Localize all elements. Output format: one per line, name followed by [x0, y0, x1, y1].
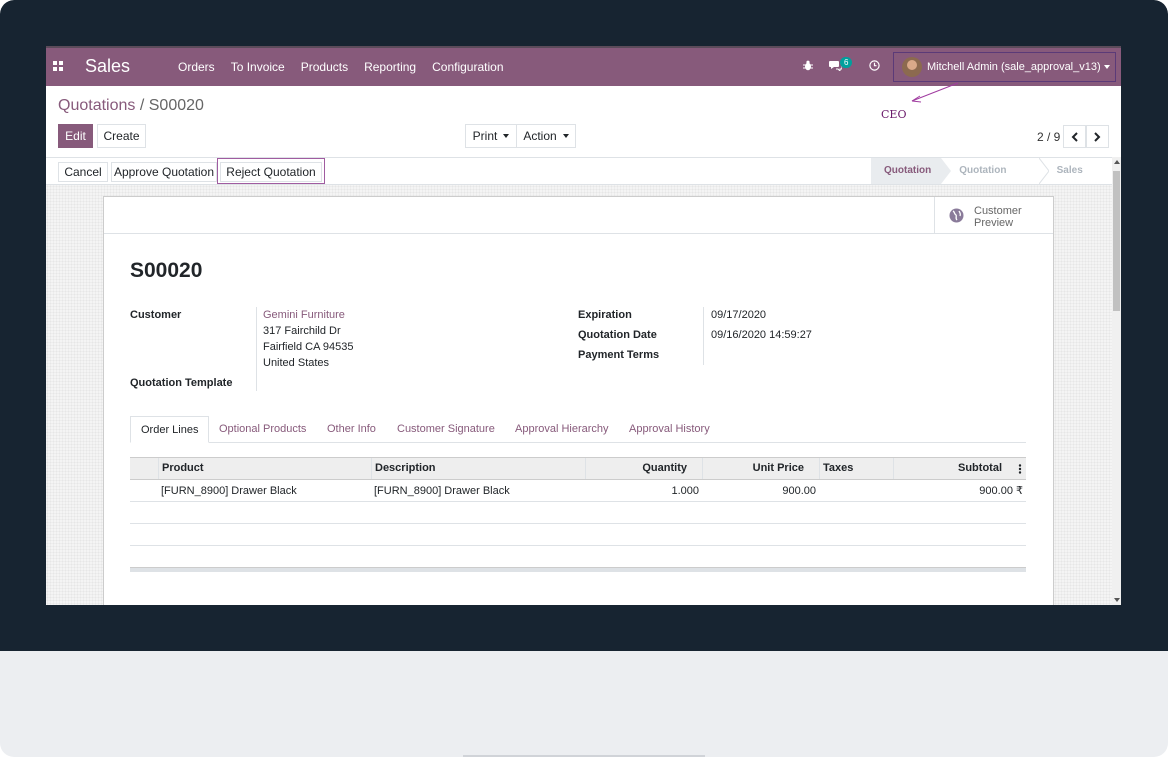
edit-button[interactable]: Edit — [58, 124, 93, 148]
col-quantity[interactable]: Quantity — [585, 458, 702, 479]
pager-value[interactable]: 2 / 9 — [1037, 130, 1060, 144]
annotation-arrow — [911, 82, 959, 103]
stage-quotation[interactable]: Quotation — [871, 158, 952, 184]
chevron-left-icon — [1071, 132, 1078, 142]
stage-bar: Quotation Quotation Sent Sales Order — [871, 158, 1121, 202]
column-options-icon[interactable] — [1018, 464, 1022, 474]
tab-order-lines[interactable]: Order Lines — [130, 416, 210, 443]
expiration-label: Expiration — [578, 309, 632, 321]
menu-reporting[interactable]: Reporting — [364, 60, 416, 74]
customer-label: Customer — [130, 309, 182, 321]
col-taxes[interactable]: Taxes — [819, 458, 893, 479]
notebook-tabs: Order Lines Optional Products Other Info… — [130, 416, 1026, 443]
menu-to-invoice[interactable]: To Invoice — [231, 60, 285, 74]
customer-address-line3: United States — [263, 357, 330, 369]
annotation-ceo: CEO — [881, 108, 907, 121]
breadcrumb: Quotations / S00020 — [58, 97, 204, 115]
scrollbar[interactable] — [1112, 157, 1121, 605]
table-footer — [130, 567, 1026, 572]
messages-badge: 6 — [840, 57, 853, 68]
col-product[interactable]: Product — [158, 458, 371, 479]
preview-label-line2: Preview — [974, 217, 1014, 229]
cell-description: [FURN_8900] Drawer Black — [374, 485, 510, 497]
tab-customer-signature[interactable]: Customer Signature — [397, 416, 495, 443]
table-row-empty — [130, 502, 1026, 524]
scroll-down-icon[interactable] — [1114, 598, 1120, 602]
payment-terms-label: Payment Terms — [578, 349, 660, 361]
breadcrumb-quotations[interactable]: Quotations — [58, 97, 135, 114]
table-header: Product Description Quantity Unit Price … — [130, 457, 1026, 480]
table-row-empty — [130, 524, 1026, 546]
print-label: Print — [472, 129, 498, 143]
chevron-down-icon — [503, 134, 510, 138]
menu-orders[interactable]: Orders — [178, 60, 215, 74]
scroll-thumb[interactable] — [1113, 171, 1120, 311]
col-unit-price[interactable]: Unit Price — [702, 458, 819, 479]
col-subtotal[interactable]: Subtotal — [893, 458, 1026, 479]
table-row[interactable]: [FURN_8900] Drawer Black [FURN_8900] Dra… — [130, 480, 1026, 502]
preview-label-line1: Customer — [974, 205, 1022, 217]
reject-highlight-outline — [217, 158, 325, 184]
col-description[interactable]: Description — [371, 458, 585, 479]
app-name[interactable]: Sales — [85, 56, 130, 77]
customer-address-line2: Fairfield CA 94535 — [263, 341, 354, 353]
menu-configuration[interactable]: Configuration — [432, 60, 503, 74]
document-title: S00020 — [130, 259, 203, 282]
main-menu: Orders To Invoice Products Reporting Con… — [178, 60, 520, 74]
tab-optional-products[interactable]: Optional Products — [219, 416, 306, 443]
cell-product: [FURN_8900] Drawer Black — [161, 485, 297, 497]
pager-next-button[interactable] — [1086, 125, 1109, 148]
button-box: Customer Preview — [104, 197, 1053, 234]
chevron-down-icon — [562, 134, 569, 138]
cell-quantity: 1.000 — [671, 485, 699, 497]
stage-sales-order[interactable]: Sales Order — [1039, 158, 1121, 202]
tab-approval-history[interactable]: Approval History — [629, 416, 710, 443]
cancel-button[interactable]: Cancel — [58, 162, 108, 182]
top-navbar: Sales Orders To Invoice Products Reporti… — [46, 46, 1121, 86]
cell-subtotal: 900.00 ₹ — [979, 485, 1023, 497]
device-frame: Sales Orders To Invoice Products Reporti… — [0, 0, 1168, 757]
bug-icon[interactable] — [803, 60, 813, 71]
customer-link[interactable]: Gemini Furniture — [263, 309, 345, 321]
stage-quotation-sent[interactable]: Quotation Sent — [941, 158, 1049, 202]
print-dropdown[interactable]: Print — [465, 124, 517, 148]
clock-icon[interactable] — [869, 60, 880, 71]
tab-approval-hierarchy[interactable]: Approval Hierarchy — [515, 416, 609, 443]
breadcrumb-current: S00020 — [148, 97, 204, 114]
pager-previous-button[interactable] — [1063, 125, 1086, 148]
apps-grid-icon[interactable] — [53, 61, 64, 72]
menu-products[interactable]: Products — [301, 60, 348, 74]
quotation-date-label: Quotation Date — [578, 329, 657, 341]
avatar — [902, 57, 922, 77]
action-dropdown[interactable]: Action — [516, 124, 576, 148]
form-sheet: Customer Preview S00020 Customer Gemini … — [103, 196, 1054, 605]
cell-unit-price: 900.00 — [782, 485, 816, 497]
globe-icon — [949, 208, 964, 223]
expiration-value[interactable]: 09/17/2020 — [711, 309, 766, 321]
breadcrumb-separator: / — [139, 97, 145, 114]
scroll-up-icon[interactable] — [1114, 160, 1120, 164]
chevron-right-icon — [1094, 132, 1101, 142]
customer-preview-button[interactable]: Customer Preview — [934, 197, 1053, 234]
user-menu[interactable]: Mitchell Admin (sale_approval_v13) — [893, 52, 1116, 82]
quotation-date-value[interactable]: 09/16/2020 14:59:27 — [711, 329, 812, 341]
customer-address-line1: 317 Fairchild Dr — [263, 325, 341, 337]
cell-taxes — [819, 480, 893, 502]
tab-other-info[interactable]: Other Info — [327, 416, 376, 443]
chevron-down-icon — [1104, 65, 1110, 69]
approve-quotation-button[interactable]: Approve Quotation — [111, 162, 217, 182]
create-button[interactable]: Create — [97, 124, 146, 148]
screen: Sales Orders To Invoice Products Reporti… — [46, 46, 1121, 605]
user-name: Mitchell Admin (sale_approval_v13) — [927, 61, 1101, 73]
quotation-template-label: Quotation Template — [130, 377, 233, 389]
action-label: Action — [523, 129, 557, 143]
